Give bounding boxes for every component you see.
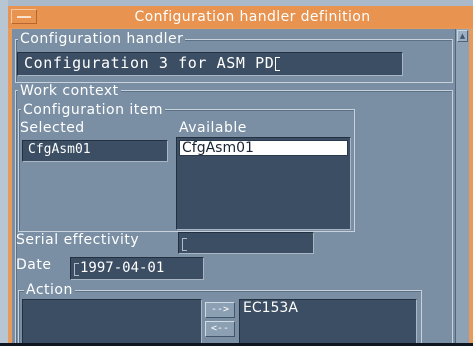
scroll-up-arrow-icon[interactable]: ▲ xyxy=(457,30,468,42)
configuration-item-legend: Configuration item xyxy=(21,102,166,118)
date-field[interactable]: 1997-04-01 xyxy=(70,257,204,280)
dialog-window: Configuration handler definition Configu… xyxy=(8,6,473,346)
title-bar[interactable]: Configuration handler definition xyxy=(8,6,473,28)
action-selected-list[interactable] xyxy=(22,299,202,346)
remove-arrow-button[interactable]: <-- xyxy=(205,321,235,337)
available-item[interactable]: CfgAsm01 xyxy=(179,140,348,156)
selected-header: Selected xyxy=(20,120,85,136)
configuration-handler-value: Configuration 3 for ASM PD xyxy=(24,54,275,72)
action-legend: Action xyxy=(24,282,75,298)
text-cursor-icon xyxy=(74,263,79,276)
selected-item[interactable]: CfgAsm01 xyxy=(22,140,168,162)
window-title: Configuration handler definition xyxy=(134,9,371,25)
serial-effectivity-label: Serial effectivity xyxy=(16,232,140,248)
add-arrow-button[interactable]: --> xyxy=(205,302,235,318)
text-cursor-icon xyxy=(275,57,281,71)
vertical-scrollbar[interactable]: ▲ xyxy=(455,29,469,346)
serial-effectivity-field[interactable] xyxy=(178,232,314,254)
window-menu-icon[interactable] xyxy=(11,9,37,24)
date-label: Date xyxy=(16,257,52,273)
text-cursor-icon xyxy=(182,238,187,251)
configuration-handler-legend: Configuration handler xyxy=(18,31,186,47)
dialog-body: Configuration handler Configuration 3 fo… xyxy=(12,29,469,346)
date-value: 1997-04-01 xyxy=(80,260,165,276)
configuration-handler-field[interactable]: Configuration 3 for ASM PD xyxy=(17,52,403,76)
available-items-list[interactable]: CfgAsm01 xyxy=(176,137,351,230)
desktop-background xyxy=(0,0,8,346)
action-available-list[interactable]: EC153A xyxy=(239,299,417,346)
action-available-item[interactable]: EC153A xyxy=(240,300,416,316)
work-context-legend: Work context xyxy=(18,83,121,99)
available-header: Available xyxy=(179,120,247,136)
